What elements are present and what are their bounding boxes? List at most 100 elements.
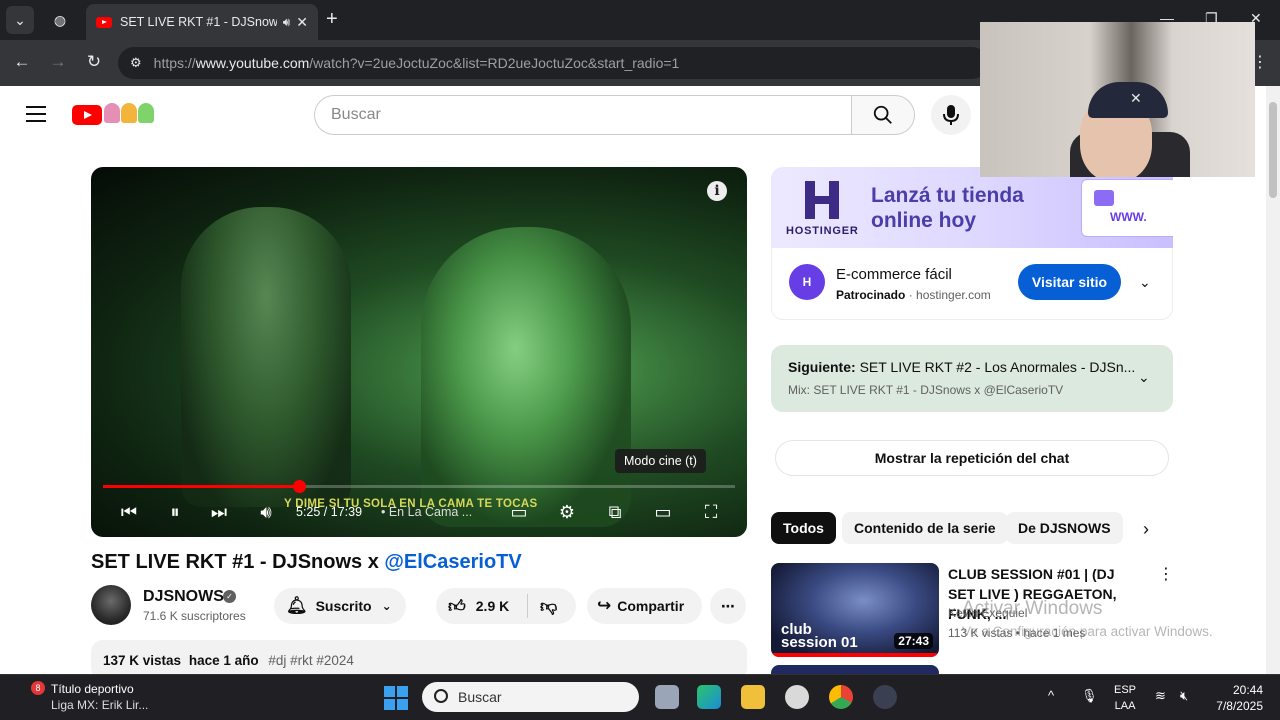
settings-icon[interactable]: ⚙︎	[554, 501, 580, 523]
back-button[interactable]: ←	[10, 52, 34, 72]
globe-icon[interactable]: ◍	[46, 6, 74, 34]
like-button[interactable]: 👍︎ 2.9 K	[436, 594, 528, 618]
bell-icon: 🔔︎	[286, 596, 308, 615]
site-info-icon[interactable]: ⚙︎	[130, 55, 142, 71]
hostinger-avatar-icon[interactable]: H	[789, 264, 825, 300]
share-button[interactable]: ↪ Compartir	[587, 588, 702, 624]
voice-search-button[interactable]	[931, 95, 971, 135]
chip-series-content[interactable]: Contenido de la serie	[842, 512, 1008, 544]
pause-icon[interactable]: ⏸︎	[162, 501, 188, 523]
channel-name[interactable]: DJSNOWS	[143, 588, 224, 606]
address-bar[interactable]: ⚙︎ https://www.youtube.com/watch?v=2ueJo…	[118, 47, 988, 79]
app-icon[interactable]	[873, 685, 897, 709]
youtube-logo-icon[interactable]	[72, 105, 102, 125]
search-button[interactable]	[851, 95, 915, 135]
reload-button[interactable]: ↻	[82, 52, 106, 72]
thumbs-up-icon: 👍︎	[448, 596, 466, 616]
taskbar-search-label: Buscar	[458, 689, 502, 705]
info-icon[interactable]: i	[707, 181, 727, 201]
recommendation-thumbnail[interactable]: club session 01 27:43	[771, 563, 939, 657]
visit-site-button[interactable]: Visitar sitio	[1018, 264, 1121, 300]
channel-mention-link[interactable]: @ElCaserioTV	[384, 551, 521, 573]
video-frame-person	[421, 227, 631, 527]
next-icon[interactable]: ⏭︎	[206, 501, 232, 523]
scrollbar-thumb[interactable]	[1269, 102, 1277, 198]
clock-app-icon[interactable]	[785, 685, 809, 709]
microphone-icon[interactable]: 🎙︎	[1081, 688, 1098, 704]
chip-from-channel[interactable]: De DJSNOWS	[1006, 512, 1123, 544]
activate-windows-title: Activar Windows	[962, 598, 1103, 619]
video-title: SET LIVE RKT #1 - DJSnows x @ElCaserioTV	[91, 551, 522, 573]
browser-window-illustration: WWW.	[1081, 179, 1173, 237]
hostinger-logo-icon	[805, 181, 839, 219]
activate-windows-subtitle: Ve a Configuración para activar Windows.	[962, 624, 1213, 639]
taskbar-search[interactable]: Buscar	[422, 682, 639, 712]
video-frame-person	[181, 207, 351, 507]
mute-icon[interactable]: 🔇︎	[1180, 688, 1188, 704]
playlist-next-card[interactable]: Siguiente: SET LIVE RKT #2 - Los Anormal…	[771, 345, 1173, 412]
scrubber-handle[interactable]	[292, 480, 306, 493]
chevron-down-icon[interactable]: ⌄	[1138, 369, 1150, 386]
chrome-icon[interactable]	[829, 685, 853, 709]
page-scrollbar[interactable]	[1266, 86, 1280, 674]
subtitles-icon[interactable]: ▭	[506, 501, 532, 523]
dislike-icon[interactable]: 👎︎	[528, 596, 557, 617]
subscribed-button[interactable]: 🔔︎ Suscrito ⌄	[274, 588, 406, 624]
url-text: https://www.youtube.com/watch?v=2ueJoctu…	[153, 55, 680, 71]
search-icon	[873, 105, 892, 124]
next-video-title: Siguiente: SET LIVE RKT #2 - Los Anormal…	[788, 359, 1136, 375]
video-player[interactable]: i Modo cine (t) ⏮︎ ⏸︎ ⏭︎ 🔊︎ 5:25 / 17:39…	[91, 167, 747, 537]
more-actions-icon[interactable]: ⋯	[710, 588, 746, 624]
file-explorer-icon[interactable]	[741, 685, 765, 709]
view-count: 137 K vistas	[103, 653, 182, 668]
volume-icon[interactable]: 🔊︎	[253, 501, 279, 523]
news-widget-title[interactable]: Título deportivo	[51, 682, 134, 696]
thumbnail-text: club session 01	[781, 621, 858, 651]
chevron-right-icon[interactable]: ›	[1143, 519, 1149, 540]
channel-avatar[interactable]	[91, 585, 131, 625]
subscriber-count: 71.6 K suscriptores	[143, 609, 246, 623]
video-caption: Y DIME SI TU SOLA EN LA CAMA TE TOCAS	[284, 498, 538, 510]
share-label: Compartir	[617, 598, 685, 614]
speaker-icon[interactable]: 🔊︎	[283, 15, 291, 30]
previous-icon[interactable]: ⏮︎	[116, 501, 142, 523]
news-badge: 8	[31, 681, 45, 695]
tab-search-button[interactable]: ⌄	[6, 6, 34, 34]
new-tab-button[interactable]: +	[326, 8, 338, 30]
watched-progress-bar	[771, 653, 939, 657]
ad-brand-name: HOSTINGER	[786, 225, 859, 237]
chevron-down-icon: ⌄	[381, 599, 392, 613]
active-tab[interactable]: SET LIVE RKT #1 - DJSnows 🔊︎ ✕	[86, 4, 318, 40]
wifi-icon[interactable]: ≋	[1155, 688, 1166, 704]
fullscreen-icon[interactable]: ⛶	[698, 501, 724, 523]
taskbar-clock[interactable]: 20:44 7/8/2025	[1205, 682, 1263, 714]
theater-mode-tooltip: Modo cine (t)	[615, 449, 706, 473]
webcam-overlay: ✕	[980, 22, 1255, 177]
youtube-doodle-icon[interactable]	[104, 103, 154, 123]
miniplayer-icon[interactable]: ⧉	[602, 501, 628, 523]
theater-mode-icon[interactable]: ▭	[650, 501, 676, 523]
search-input[interactable]: Buscar	[314, 95, 852, 135]
task-view-icon[interactable]	[655, 685, 679, 709]
menu-icon[interactable]	[26, 106, 46, 122]
chip-all[interactable]: Todos	[771, 512, 836, 544]
hashtags[interactable]: #dj #rkt #2024	[268, 653, 354, 668]
share-icon: ↪	[597, 596, 612, 615]
more-options-icon[interactable]: ⋮	[1158, 564, 1174, 584]
chevron-down-icon[interactable]: ⌄	[1139, 274, 1151, 291]
forward-button[interactable]: →	[46, 52, 70, 72]
subscribed-label: Suscrito	[315, 598, 372, 614]
news-widget-subtitle[interactable]: Liga MX: Erik Lir...	[51, 698, 148, 712]
ad-headline: Lanzá tu tienda online hoy	[871, 184, 1024, 232]
progress-bar[interactable]	[103, 480, 735, 493]
edge-icon[interactable]	[697, 685, 721, 709]
windows-start-icon[interactable]	[384, 686, 408, 710]
ad-banner-image[interactable]: HOSTINGER Lanzá tu tienda online hoy WWW…	[771, 167, 1173, 248]
language-indicator[interactable]: ESP LAA	[1114, 682, 1136, 714]
show-chat-replay-button[interactable]: Mostrar la repetición del chat	[775, 440, 1169, 476]
chevron-up-icon[interactable]: ^	[1048, 688, 1054, 703]
video-duration: 27:43	[894, 633, 933, 649]
ad-title[interactable]: E-commerce fácil	[836, 266, 952, 283]
close-tab-icon[interactable]: ✕	[296, 14, 308, 31]
like-dislike-group: 👍︎ 2.9 K 👎︎	[436, 588, 576, 624]
